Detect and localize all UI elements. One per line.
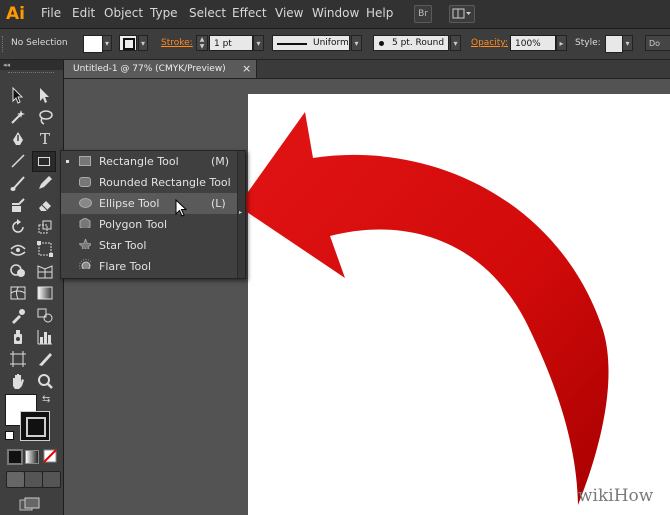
ellipse-icon (79, 198, 92, 208)
mouse-cursor-icon (175, 199, 188, 217)
flyout-item-flare-tool[interactable]: Flare Tool (61, 256, 237, 277)
shape-tools-flyout: Rectangle Tool (M) Rounded Rectangle Too… (60, 150, 246, 279)
flare-icon (79, 259, 91, 269)
flyout-item-ellipse-tool[interactable]: Ellipse Tool (L) (61, 193, 237, 214)
star-icon (79, 239, 91, 249)
rounded-rectangle-icon (79, 177, 91, 187)
flyout-item-star-tool[interactable]: Star Tool (61, 235, 237, 256)
tearoff-arrow-icon: ▸ (239, 209, 243, 216)
rectangle-icon (79, 156, 91, 166)
flyout-item-rounded-rectangle-tool[interactable]: Rounded Rectangle Tool (61, 172, 237, 193)
polygon-icon (79, 218, 91, 228)
flyout-tearoff-strip[interactable]: ▸ (237, 151, 245, 278)
flyout-item-rectangle-tool[interactable]: Rectangle Tool (M) (61, 151, 237, 172)
wikihow-watermark: wikiHow (578, 486, 654, 506)
current-tool-marker (66, 160, 69, 163)
flyout-item-polygon-tool[interactable]: Polygon Tool (61, 214, 237, 235)
